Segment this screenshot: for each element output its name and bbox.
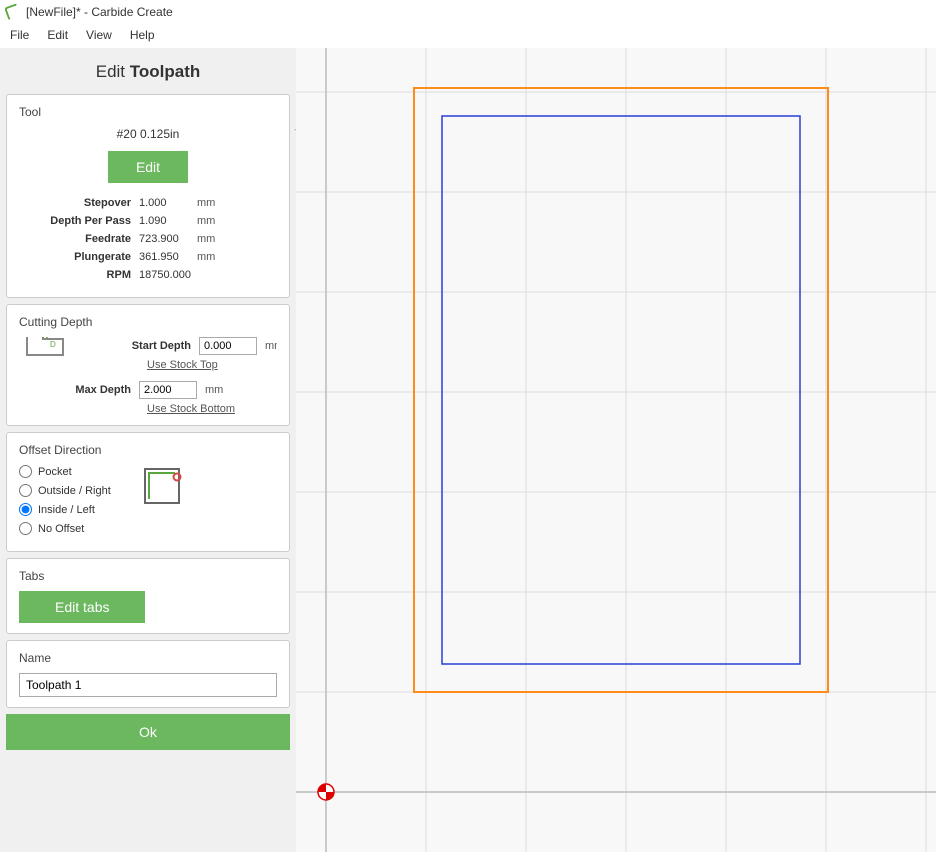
menu-help[interactable]: Help <box>130 28 155 44</box>
page-title: Edit Toolpath <box>6 62 290 82</box>
param-label: Feedrate <box>19 233 139 245</box>
max-depth-unit: mm <box>205 384 223 396</box>
param-value: 361.950 <box>139 251 197 263</box>
menubar: File Edit View Help <box>0 24 936 48</box>
param-label: Depth Per Pass <box>19 215 139 227</box>
name-section-label: Name <box>19 651 277 665</box>
tool-panel: Tool #20 0.125in Edit Stepover1.000mmDep… <box>6 94 290 298</box>
name-panel: Name <box>6 640 290 708</box>
start-depth-input[interactable] <box>199 337 257 355</box>
use-stock-top-link[interactable]: Use Stock Top <box>147 359 277 371</box>
tool-section-label: Tool <box>19 105 277 119</box>
tool-name: #20 0.125in <box>19 127 277 141</box>
depth-section-label: Cutting Depth <box>19 315 277 329</box>
svg-text:D: D <box>50 340 56 349</box>
tabs-panel: Tabs Edit tabs <box>6 558 290 634</box>
titlebar: [NewFile]* - Carbide Create <box>0 0 936 24</box>
tool-param-row: Feedrate723.900mm <box>19 233 277 245</box>
origin-marker <box>318 784 334 800</box>
tool-param-row: Plungerate361.950mm <box>19 251 277 263</box>
offset-panel: Offset Direction Pocket Outside / Right … <box>6 432 290 552</box>
edit-tool-button[interactable]: Edit <box>108 151 188 183</box>
start-depth-unit: mm <box>265 340 277 352</box>
canvas[interactable] <box>296 48 936 852</box>
window-title: [NewFile]* - Carbide Create <box>26 5 173 19</box>
offset-inside-radio[interactable]: Inside / Left <box>19 503 129 516</box>
param-value: 723.900 <box>139 233 197 245</box>
offset-pocket-radio[interactable]: Pocket <box>19 465 129 478</box>
edit-tabs-button[interactable]: Edit tabs <box>19 591 145 623</box>
toolpath-name-input[interactable] <box>19 673 277 697</box>
menu-view[interactable]: View <box>86 28 112 44</box>
offset-preview-icon <box>141 465 183 507</box>
tool-param-row: RPM18750.000 <box>19 269 277 281</box>
param-label: Plungerate <box>19 251 139 263</box>
tabs-section-label: Tabs <box>19 569 277 583</box>
param-label: RPM <box>19 269 139 281</box>
use-stock-bottom-link[interactable]: Use Stock Bottom <box>147 403 277 415</box>
offset-section-label: Offset Direction <box>19 443 277 457</box>
toolpath-outline <box>442 116 800 664</box>
tool-param-row: Stepover1.000mm <box>19 197 277 209</box>
param-value: 1.000 <box>139 197 197 209</box>
param-unit: mm <box>197 197 227 209</box>
app-icon <box>4 3 22 21</box>
depth-diagram-icon: S D <box>23 337 71 359</box>
offset-none-radio[interactable]: No Offset <box>19 522 129 535</box>
max-depth-input[interactable] <box>139 381 197 399</box>
ok-button[interactable]: Ok <box>6 714 290 750</box>
cutting-depth-panel: Cutting Depth S D Start Depth mm Use Sto… <box>6 304 290 426</box>
tool-params-table: Stepover1.000mmDepth Per Pass1.090mmFeed… <box>19 197 277 281</box>
max-depth-label: Max Depth <box>19 384 139 396</box>
param-label: Stepover <box>19 197 139 209</box>
param-unit: mm <box>197 233 227 245</box>
stock-outline <box>414 88 828 692</box>
menu-file[interactable]: File <box>10 28 29 44</box>
tool-param-row: Depth Per Pass1.090mm <box>19 215 277 227</box>
start-depth-label: Start Depth <box>79 340 199 352</box>
param-unit: mm <box>197 251 227 263</box>
param-value: 1.090 <box>139 215 197 227</box>
offset-outside-radio[interactable]: Outside / Right <box>19 484 129 497</box>
param-unit: mm <box>197 215 227 227</box>
sidebar: ︿ Edit Toolpath Tool #20 0.125in Edit St… <box>0 48 296 852</box>
param-value: 18750.000 <box>139 269 197 281</box>
menu-edit[interactable]: Edit <box>47 28 68 44</box>
